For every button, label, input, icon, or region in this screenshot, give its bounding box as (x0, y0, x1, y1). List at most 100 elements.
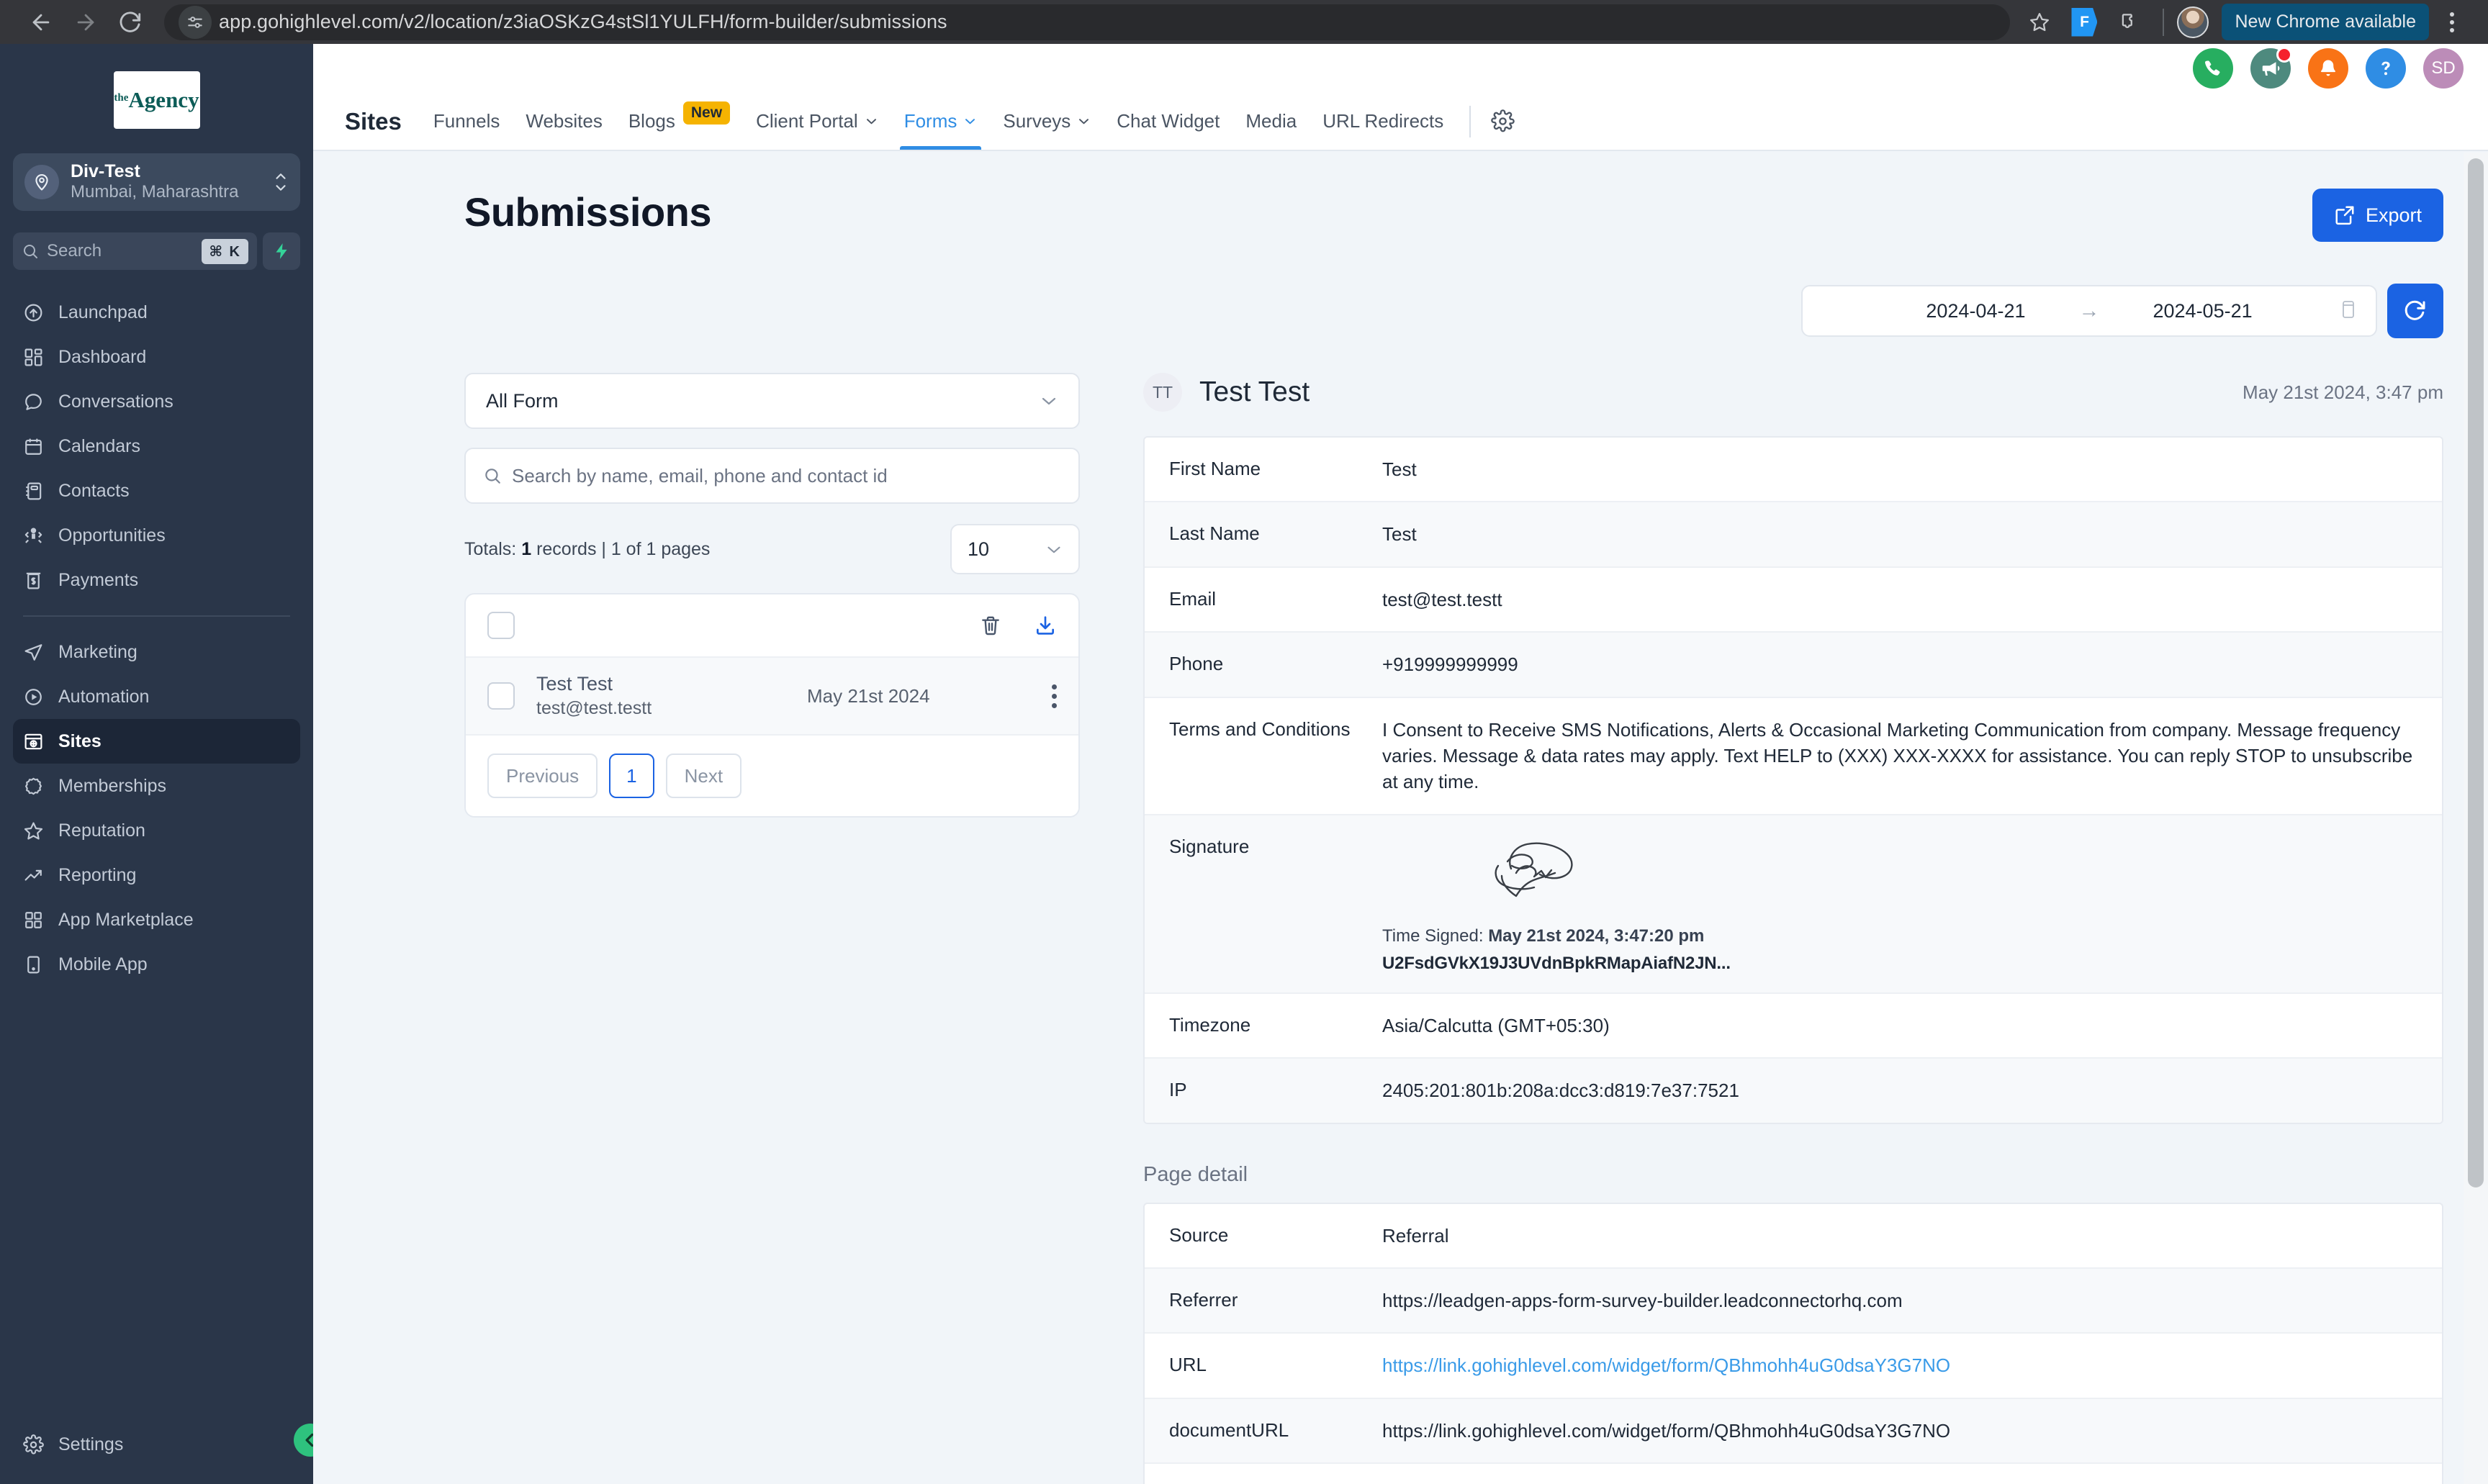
sidebar-item-launchpad[interactable]: Launchpad (13, 290, 300, 335)
site-settings-icon[interactable] (179, 5, 212, 39)
next-page-button[interactable]: Next (665, 754, 742, 798)
tab-label: Client Portal (756, 110, 858, 132)
sidebar-item-contacts[interactable]: Contacts (13, 469, 300, 513)
submissions-layout: All Form Search by name, email, phone an… (313, 338, 2488, 1484)
tab-url-redirects[interactable]: URL Redirects (1310, 93, 1456, 150)
field-value: GA1.2.601392216.1715603417 (1382, 1464, 2442, 1484)
date-from[interactable]: 2024-04-21 (1926, 300, 2025, 322)
chevron-down-icon (965, 119, 975, 125)
pagination: Previous 1 Next (466, 736, 1078, 816)
address-bar[interactable]: app.gohighlevel.com/v2/location/z3iaOSKz… (164, 4, 2011, 40)
sidebar-item-marketing[interactable]: Marketing (13, 630, 300, 674)
search-input[interactable]: Search ⌘ K (13, 232, 257, 270)
sidebar-item-app-marketplace[interactable]: App Marketplace (13, 897, 300, 942)
sidebar-item-dashboard[interactable]: Dashboard (13, 335, 300, 379)
table-row: IP 2405:201:801b:208a:dcc3:d819:7e37:752… (1145, 1059, 2442, 1123)
back-arrow-icon[interactable] (19, 0, 63, 45)
submission-name: Test Test (1199, 376, 1310, 407)
announcements-button[interactable] (2250, 47, 2292, 89)
sidebar-item-opportunities[interactable]: Opportunities (13, 513, 300, 558)
refresh-button[interactable] (2387, 284, 2443, 338)
sidebar-item-label: Memberships (58, 775, 167, 796)
sites-settings-button[interactable] (1484, 109, 1522, 133)
fi-extension-icon[interactable]: F (2063, 1, 2105, 43)
notifications-button[interactable] (2308, 48, 2348, 89)
new-chrome-available-button[interactable]: New Chrome available (2222, 4, 2429, 40)
tab-blogs[interactable]: Blogs New (616, 93, 743, 150)
three-dot-menu-icon[interactable] (2435, 12, 2469, 32)
sidebar-item-calendars[interactable]: Calendars (13, 424, 300, 469)
sidebar-item-sites[interactable]: Sites (13, 719, 300, 764)
search-placeholder: Search (47, 241, 102, 261)
tab-funnels[interactable]: Funnels (420, 93, 513, 150)
field-key: Source (1169, 1223, 1229, 1246)
page-number-button[interactable]: 1 (609, 754, 654, 798)
tab-label: URL Redirects (1322, 110, 1444, 132)
row-email: test@test.testt (536, 697, 652, 718)
address-bar-url: app.gohighlevel.com/v2/location/z3iaOSKz… (219, 11, 947, 32)
tab-surveys[interactable]: Surveys (990, 93, 1104, 150)
row-more-options-icon[interactable] (1052, 684, 1057, 708)
quick-actions-button[interactable] (263, 232, 300, 270)
star-icon[interactable] (2019, 1, 2060, 43)
trash-icon[interactable] (979, 614, 1002, 637)
table-row: Referrer https://leadgen-apps-form-surve… (1145, 1268, 2442, 1334)
reload-icon[interactable] (108, 0, 153, 45)
per-page-select[interactable]: 10 (950, 524, 1080, 574)
table-row[interactable]: Test Test test@test.testt May 21st 2024 (466, 658, 1078, 736)
table-row: Last Name Test (1145, 502, 2442, 568)
tab-chat-widget[interactable]: Chat Widget (1104, 93, 1232, 150)
app-topbar: SD (313, 44, 2488, 93)
tab-label: Blogs (628, 110, 675, 132)
help-button[interactable] (2366, 48, 2406, 89)
tab-websites[interactable]: Websites (513, 93, 615, 150)
location-switcher[interactable]: Div-Test Mumbai, Maharashtra (13, 153, 300, 211)
chevron-down-icon (1047, 546, 1060, 553)
tab-label: Forms (903, 110, 957, 132)
table-row: Timezone Asia/Calcutta (GMT+05:30) (1145, 994, 2442, 1059)
submissions-list-panel: All Form Search by name, email, phone an… (464, 373, 1080, 1484)
sidebar-item-label: Sites (58, 730, 102, 751)
forward-arrow-icon[interactable] (63, 0, 108, 45)
sidebar-item-mobile-app[interactable]: Mobile App (13, 942, 300, 987)
previous-page-button[interactable]: Previous (487, 754, 598, 798)
download-icon[interactable] (1034, 614, 1057, 637)
avatar[interactable]: SD (2423, 48, 2464, 89)
sidebar-item-label: Payments (58, 569, 139, 590)
scrollbar-thumb[interactable] (2468, 158, 2484, 1187)
sidebar-item-conversations[interactable]: Conversations (13, 379, 300, 424)
toolbar-divider (2163, 8, 2165, 36)
tab-client-portal[interactable]: Client Portal (743, 93, 891, 150)
signature-time-value: May 21st 2024, 3:47:20 pm (1488, 926, 1705, 946)
app-section-nav: Sites Funnels Websites Blogs New Client … (313, 93, 2488, 151)
sidebar-item-settings[interactable]: Settings (0, 1422, 313, 1467)
date-range-picker[interactable]: 2024-04-21 → 2024-05-21 (1801, 285, 2377, 337)
table-row: URL https://link.gohighlevel.com/widget/… (1145, 1334, 2442, 1399)
vertical-scrollbar[interactable] (2464, 153, 2488, 1484)
sidebar-item-payments[interactable]: Payments (13, 558, 300, 602)
row-identity: Test Test test@test.testt (536, 672, 774, 720)
profile-avatar-icon[interactable] (2177, 6, 2209, 38)
sidebar-item-reputation[interactable]: Reputation (13, 808, 300, 853)
tab-media[interactable]: Media (1232, 93, 1310, 150)
tab-forms[interactable]: Forms (891, 93, 991, 150)
table-row: Email test@test.testt (1145, 568, 2442, 633)
sidebar-item-memberships[interactable]: Memberships (13, 764, 300, 808)
tab-label: Websites (526, 110, 603, 132)
field-value-link[interactable]: https://link.gohighlevel.com/widget/form… (1382, 1334, 2442, 1397)
select-all-checkbox[interactable] (487, 612, 515, 639)
submissions-search-input[interactable]: Search by name, email, phone and contact… (464, 448, 1080, 504)
form-filter-select[interactable]: All Form (464, 373, 1080, 429)
sidebar-item-label: Launchpad (58, 302, 148, 322)
date-to[interactable]: 2024-05-21 (2153, 300, 2253, 322)
sidebar-item-automation[interactable]: Automation (13, 674, 300, 719)
field-key: Timezone (1169, 1013, 1251, 1036)
page-detail-table: Source Referral Referrer https://leadgen… (1143, 1202, 2443, 1484)
puzzle-piece-icon[interactable] (2108, 1, 2150, 43)
row-date: May 21st 2024 (807, 684, 930, 707)
row-checkbox[interactable] (487, 682, 515, 710)
export-button[interactable]: Export (2312, 189, 2443, 242)
submission-avatar: TT (1143, 373, 1182, 412)
phone-call-button[interactable] (2193, 48, 2233, 89)
sidebar-item-reporting[interactable]: Reporting (13, 853, 300, 897)
